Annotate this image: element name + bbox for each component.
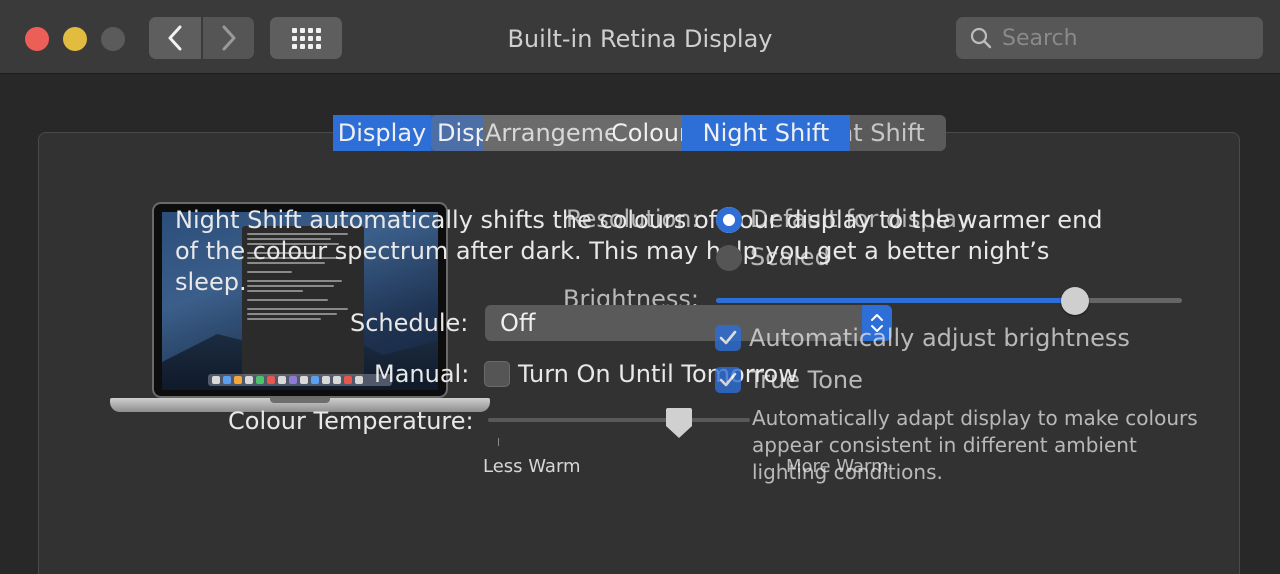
schedule-label: Schedule: [350, 309, 469, 337]
search-field[interactable] [956, 17, 1263, 59]
brightness-slider[interactable] [716, 298, 1182, 303]
tab-ghost-label: nt Shift [838, 119, 925, 147]
tab-display[interactable]: Display [333, 115, 431, 151]
auto-brightness-checkbox[interactable] [715, 325, 741, 351]
search-icon [970, 27, 992, 49]
resolution-label: Resolution: [566, 205, 700, 233]
slider-tick [498, 438, 499, 446]
tab-night-shift[interactable]: Night Shift [682, 115, 850, 151]
tab-bar: Display Display Arrangement Colour Night… [333, 115, 850, 151]
laptop-notch [270, 398, 330, 403]
resolution-scaled-label: Scaled [750, 243, 830, 271]
less-warm-label: Less Warm [483, 456, 581, 477]
title-bar: Built-in Retina Display [0, 0, 1280, 74]
manual-label: Manual: [374, 360, 470, 388]
auto-brightness-label: Automatically adjust brightness [749, 324, 1130, 352]
tab-arrangement[interactable]: Arrangement [483, 115, 613, 151]
true-tone-label: True Tone [749, 366, 863, 394]
resolution-default-label: Default for display [750, 205, 972, 233]
true-tone-description: Automatically adapt display to make colo… [752, 406, 1198, 484]
colour-temperature-knob[interactable] [665, 406, 693, 440]
tab-display-ghost[interactable]: Display [431, 115, 483, 151]
brightness-slider-fill [716, 298, 1075, 303]
brightness-slider-knob[interactable] [1060, 287, 1089, 315]
schedule-value: Off [500, 309, 536, 337]
dock [208, 374, 392, 386]
resolution-default-radio[interactable] [716, 207, 742, 233]
resolution-scaled-radio[interactable] [716, 245, 742, 271]
colour-temperature-slider[interactable] [488, 418, 750, 422]
true-tone-checkbox[interactable] [715, 367, 741, 393]
search-input[interactable] [1002, 25, 1252, 51]
tab-colour[interactable]: Colour [613, 115, 682, 151]
checkmark-icon [719, 330, 737, 345]
checkmark-icon [719, 372, 737, 387]
turn-on-until-tomorrow-checkbox[interactable] [484, 361, 510, 387]
colour-temperature-label: Colour Temperature: [228, 407, 474, 435]
